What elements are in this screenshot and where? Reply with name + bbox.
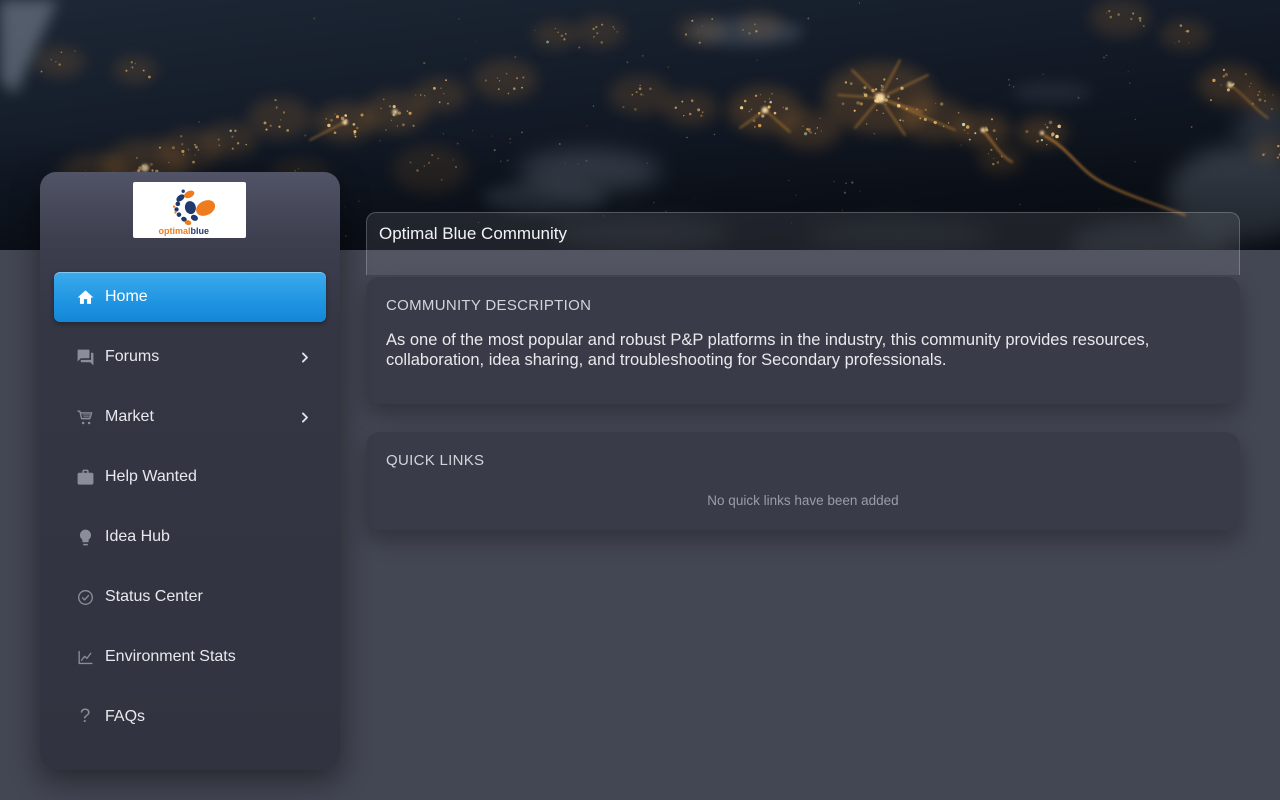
optimalblue-logo-mark: optimal blue: [158, 189, 216, 236]
sidebar-item-label: Home: [105, 288, 148, 305]
chevron-right-icon: [297, 410, 312, 425]
optimalblue-logo[interactable]: optimal blue: [133, 182, 246, 238]
sidebar-item-label: Forums: [105, 348, 160, 365]
sidebar-item-faqs[interactable]: ? FAQs: [54, 692, 326, 742]
chevron-right-icon: [297, 350, 312, 365]
sidebar-item-label: Status Center: [105, 588, 203, 605]
line-chart-icon: [75, 647, 95, 667]
community-description-text: As one of the most popular and robust P&…: [386, 331, 1150, 369]
quick-links-empty-message: No quick links have been added: [707, 493, 899, 508]
sidebar-item-environment-stats[interactable]: Environment Stats: [54, 632, 326, 682]
sidebar-item-label: Idea Hub: [105, 528, 170, 545]
lightbulb-icon: [75, 527, 95, 547]
sidebar-item-forums[interactable]: Forums: [54, 332, 326, 382]
check-circle-icon: [75, 587, 95, 607]
sidebar-item-label: Environment Stats: [105, 648, 236, 665]
question-mark-icon: ?: [79, 706, 91, 727]
forum-icon: [75, 347, 95, 367]
community-title: Optimal Blue Community: [379, 224, 568, 243]
home-icon: [75, 287, 95, 307]
sidebar: optimal blue Home Forums Market Help Wan…: [40, 172, 340, 770]
sidebar-item-idea-hub[interactable]: Idea Hub: [54, 512, 326, 562]
community-description-heading: COMMUNITY DESCRIPTION: [386, 297, 592, 314]
sidebar-item-status-center[interactable]: Status Center: [54, 572, 326, 622]
community-description-card: COMMUNITY DESCRIPTION As one of the most…: [366, 277, 1240, 404]
logo-word-blue: blue: [191, 226, 210, 236]
sidebar-item-label: Help Wanted: [105, 468, 197, 485]
sidebar-item-label: Market: [105, 408, 154, 425]
sidebar-nav: Home Forums Market Help Wanted Idea Hub …: [54, 272, 326, 752]
sidebar-item-help-wanted[interactable]: Help Wanted: [54, 452, 326, 502]
community-header-bar: Optimal Blue Community: [366, 212, 1240, 275]
briefcase-icon: [75, 467, 95, 487]
sidebar-item-market[interactable]: Market: [54, 392, 326, 442]
sidebar-item-label: FAQs: [105, 708, 146, 725]
quick-links-card: QUICK LINKS No quick links have been add…: [366, 432, 1240, 530]
cart-icon: [75, 407, 95, 427]
sidebar-item-home[interactable]: Home: [54, 272, 326, 322]
logo-word-optimal: optimal: [158, 226, 190, 236]
quick-links-heading: QUICK LINKS: [386, 452, 485, 469]
